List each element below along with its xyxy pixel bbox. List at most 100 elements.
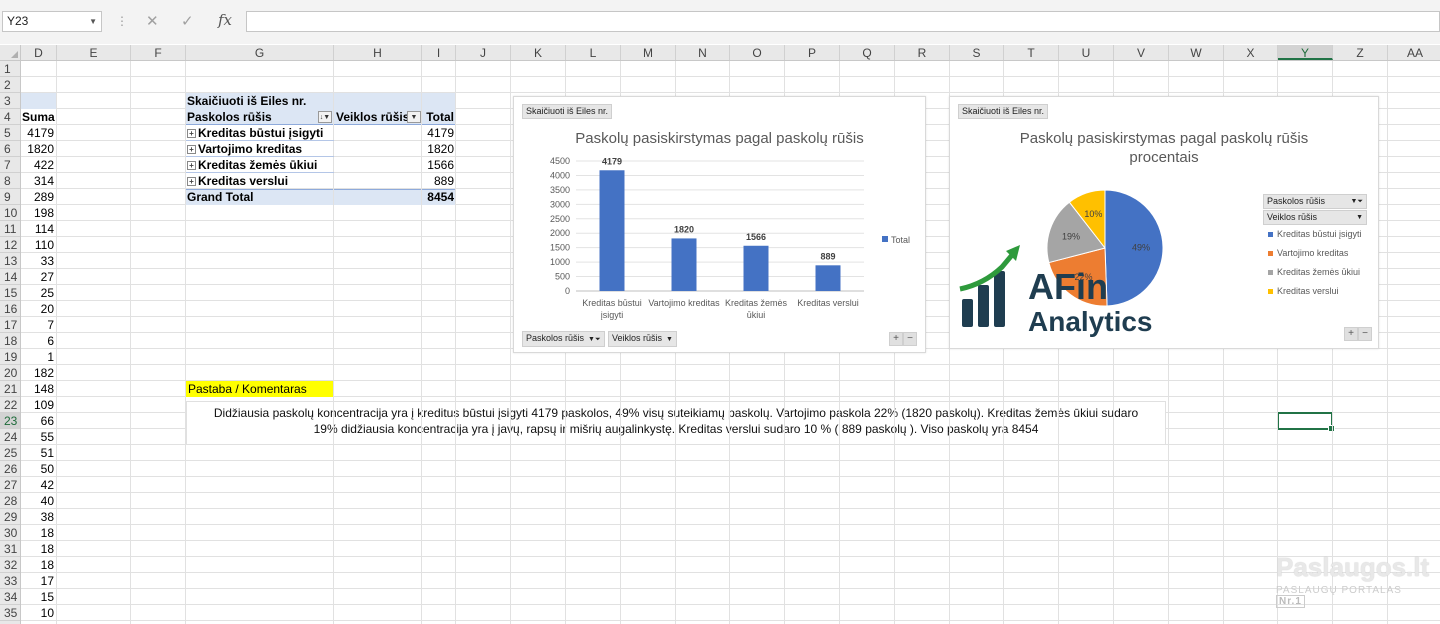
column-header-y[interactable]: Y xyxy=(1278,45,1333,60)
row-header-3[interactable]: 3 xyxy=(0,93,20,109)
bar[interactable] xyxy=(671,238,697,291)
row-header-23[interactable]: 23 xyxy=(0,413,20,429)
row-header-20[interactable]: 20 xyxy=(0,365,20,381)
column-header-k[interactable]: K xyxy=(511,45,566,60)
column-header-i[interactable]: I xyxy=(422,45,456,60)
formula-input[interactable] xyxy=(246,11,1440,32)
expand-icon[interactable]: + xyxy=(187,129,196,138)
cell-d9[interactable]: 289 xyxy=(21,189,54,205)
row-header-27[interactable]: 27 xyxy=(0,477,20,493)
column-header-o[interactable]: O xyxy=(730,45,785,60)
cell-d20[interactable]: 182 xyxy=(21,365,54,381)
cell-d7[interactable]: 422 xyxy=(21,157,54,173)
pivot-row-label[interactable]: + Vartojimo kreditas xyxy=(187,141,302,157)
cell-d23[interactable]: 66 xyxy=(21,413,54,429)
column-header-z[interactable]: Z xyxy=(1333,45,1388,60)
enter-icon[interactable]: ✓ xyxy=(181,12,194,30)
column-header-p[interactable]: P xyxy=(785,45,840,60)
expand-plus-button[interactable]: + xyxy=(889,332,903,346)
select-all-button[interactable] xyxy=(0,45,21,61)
cell-d32[interactable]: 18 xyxy=(21,557,54,573)
drag-handle-icon[interactable]: ⋮ xyxy=(116,14,128,28)
row-header-29[interactable]: 29 xyxy=(0,509,20,525)
bar[interactable] xyxy=(599,170,625,291)
cell-d31[interactable]: 18 xyxy=(21,541,54,557)
cell-d5[interactable]: 4179 xyxy=(21,125,54,141)
pie-legend-filter-veiklos[interactable]: Veiklos rūšis ▼ xyxy=(1263,210,1367,225)
row-header-10[interactable]: 10 xyxy=(0,205,20,221)
bar[interactable] xyxy=(743,245,769,291)
row-header-21[interactable]: 21 xyxy=(0,381,20,397)
cell-d15[interactable]: 25 xyxy=(21,285,54,301)
pivot-grand-total-value[interactable]: 8454 xyxy=(422,189,454,205)
bar-chart[interactable]: Skaičiuoti iš Eiles nr. Paskolų pasiskir… xyxy=(513,96,926,353)
pivot-row-value[interactable]: 4179 xyxy=(422,125,454,141)
legend-label[interactable]: Vartojimo kreditas xyxy=(1277,247,1348,259)
pie-expand-plus-button[interactable]: + xyxy=(1344,327,1358,341)
column-header-t[interactable]: T xyxy=(1004,45,1059,60)
pie-chart[interactable]: Skaičiuoti iš Eiles nr. Paskolų pasiskir… xyxy=(949,96,1379,349)
row-header-16[interactable]: 16 xyxy=(0,301,20,317)
collapse-minus-button[interactable]: − xyxy=(903,332,917,346)
cell-d12[interactable]: 110 xyxy=(21,237,54,253)
cell-d30[interactable]: 18 xyxy=(21,525,54,541)
column-header-s[interactable]: S xyxy=(950,45,1004,60)
pivot-row-label[interactable]: + Kreditas žemės ūkiui xyxy=(187,157,317,173)
column-header-f[interactable]: F xyxy=(131,45,186,60)
cell-d19[interactable]: 1 xyxy=(21,349,54,365)
row-header-8[interactable]: 8 xyxy=(0,173,20,189)
col-filter-chevron-icon[interactable]: ▼ xyxy=(407,111,421,123)
column-header-x[interactable]: X xyxy=(1224,45,1278,60)
pivot-grand-total-label[interactable]: Grand Total xyxy=(187,189,253,205)
column-header-j[interactable]: J xyxy=(456,45,511,60)
column-header-h[interactable]: H xyxy=(334,45,422,60)
row-header-25[interactable]: 25 xyxy=(0,445,20,461)
row-header-24[interactable]: 24 xyxy=(0,429,20,445)
column-header-g[interactable]: G xyxy=(186,45,334,60)
row-header-1[interactable]: 1 xyxy=(0,61,20,77)
column-header-w[interactable]: W xyxy=(1169,45,1224,60)
row-header-2[interactable]: 2 xyxy=(0,77,20,93)
pivot-row-header[interactable]: Paskolos rūšis xyxy=(187,109,272,125)
bar[interactable] xyxy=(815,265,841,291)
name-box[interactable]: Y23 ▼ xyxy=(2,11,102,32)
legend-label[interactable]: Kreditas verslui xyxy=(1277,285,1339,297)
row-header-7[interactable]: 7 xyxy=(0,157,20,173)
cell-d34[interactable]: 15 xyxy=(21,589,54,605)
cell-d29[interactable]: 38 xyxy=(21,509,54,525)
cancel-icon[interactable]: ✕ xyxy=(146,12,159,30)
column-header-u[interactable]: U xyxy=(1059,45,1114,60)
pie-collapse-minus-button[interactable]: − xyxy=(1358,327,1372,341)
column-header-m[interactable]: M xyxy=(621,45,676,60)
cell-d16[interactable]: 20 xyxy=(21,301,54,317)
cell-d18[interactable]: 6 xyxy=(21,333,54,349)
row-header-34[interactable]: 34 xyxy=(0,589,20,605)
row-header-26[interactable]: 26 xyxy=(0,461,20,477)
row-header-6[interactable]: 6 xyxy=(0,141,20,157)
legend-label[interactable]: Kreditas žemės ūkiui xyxy=(1277,266,1360,278)
column-header-q[interactable]: Q xyxy=(840,45,895,60)
row-header-28[interactable]: 28 xyxy=(0,493,20,509)
pivot-row-label[interactable]: + Kreditas būstui įsigyti xyxy=(187,125,323,141)
cell-d28[interactable]: 40 xyxy=(21,493,54,509)
row-filter-icon[interactable]: ↓▼ xyxy=(318,111,332,123)
cell-d35[interactable]: 10 xyxy=(21,605,54,621)
row-header-33[interactable]: 33 xyxy=(0,573,20,589)
selected-cell[interactable] xyxy=(1277,412,1335,432)
column-header-r[interactable]: R xyxy=(895,45,950,60)
cell-d13[interactable]: 33 xyxy=(21,253,54,269)
cell-d21[interactable]: 148 xyxy=(21,381,54,397)
cell-d24[interactable]: 55 xyxy=(21,429,54,445)
pivot-row-value[interactable]: 1820 xyxy=(422,141,454,157)
row-header-22[interactable]: 22 xyxy=(0,397,20,413)
row-header-30[interactable]: 30 xyxy=(0,525,20,541)
pivot-filter-label[interactable]: Skaičiuoti iš Eiles nr. xyxy=(187,93,306,109)
cell-d27[interactable]: 42 xyxy=(21,477,54,493)
cell-d11[interactable]: 114 xyxy=(21,221,54,237)
row-header-5[interactable]: 5 xyxy=(0,125,20,141)
column-header-d[interactable]: D xyxy=(21,45,57,60)
expand-icon[interactable]: + xyxy=(187,161,196,170)
cell-d26[interactable]: 50 xyxy=(21,461,54,477)
cell-d8[interactable]: 314 xyxy=(21,173,54,189)
cell-d4[interactable]: Suma xyxy=(22,109,56,125)
